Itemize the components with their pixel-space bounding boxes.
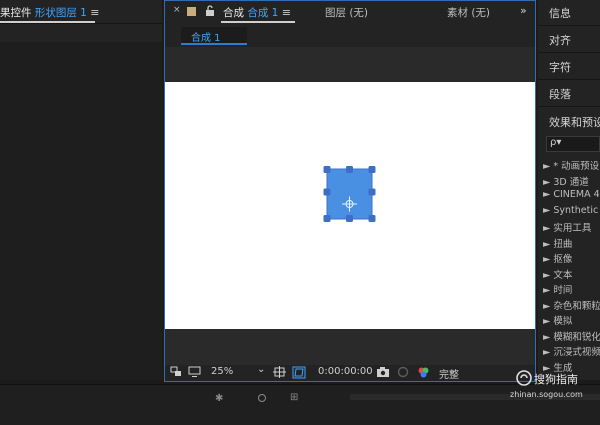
motion-blur-icon[interactable]	[258, 394, 266, 402]
effects-presets-title: 效果和预设	[549, 116, 600, 129]
tab-prefix-label: 果控件	[0, 7, 32, 19]
effects-category-item[interactable]: ► * 动画预设	[538, 158, 600, 174]
comp-color-label-icon	[187, 7, 196, 16]
tab-composition[interactable]: 合成 合成 1 ≡	[223, 5, 291, 20]
pasteboard-bottom	[165, 329, 535, 365]
panel-info[interactable]: 信息	[538, 0, 600, 26]
show-snapshot-icon[interactable]	[397, 366, 409, 381]
comp-tab-label: 合成	[223, 7, 244, 19]
mask-visibility-icon[interactable]	[292, 366, 306, 382]
effects-category-item[interactable]: ► 时间	[538, 282, 600, 298]
effects-presets-header[interactable]: 效果和预设	[538, 108, 600, 134]
composition-panel: × 合成 合成 1 ≡ 图层 (无) 素材 (无) » 合成 1 25% ⌄ 0…	[164, 0, 536, 382]
panel-align-label: 对齐	[549, 34, 571, 47]
panel-menu-icon[interactable]: ≡	[90, 6, 99, 19]
timecode[interactable]: 0:00:00:00	[318, 366, 373, 377]
comp-tab-name: 合成 1	[247, 7, 279, 19]
panel-character-label: 字符	[549, 61, 571, 74]
lock-icon[interactable]	[205, 5, 215, 19]
effects-category-item[interactable]: ► 杂色和颗粒	[538, 298, 600, 314]
channel-rgb-icon[interactable]	[417, 366, 430, 382]
active-tab-underline	[221, 21, 295, 23]
effects-list: ► * 动画预设 ► 3D 通道 ► CINEMA 4D ► Synthetic…	[538, 158, 600, 375]
star-icon[interactable]: ✱	[215, 393, 223, 404]
sogou-logo-icon	[516, 370, 532, 386]
panel-character[interactable]: 字符	[538, 54, 600, 80]
effects-category-item[interactable]: ► 扭曲	[538, 236, 600, 252]
tab-layer-label: 形状图层 1	[34, 7, 87, 19]
effect-controls-tab[interactable]: 果控件 形状图层 1 ≡	[0, 5, 99, 20]
comp-breadcrumb[interactable]: 合成 1	[181, 27, 247, 44]
active-tab-underline	[0, 21, 95, 23]
watermark-brand: 搜狗指南	[534, 373, 578, 386]
tab-layer[interactable]: 图层 (无)	[325, 5, 368, 20]
panel-paragraph[interactable]: 段落	[538, 81, 600, 107]
preview-options-icon[interactable]	[170, 366, 182, 381]
composition-tabbar: × 合成 合成 1 ≡ 图层 (无) 素材 (无) »	[165, 1, 535, 23]
panel-align[interactable]: 对齐	[538, 27, 600, 53]
effects-category-item[interactable]: ► Synthetic Aperture	[538, 205, 600, 221]
shape-layer-graphic[interactable]	[165, 82, 535, 329]
graph-editor-icon[interactable]: ⊞	[290, 392, 298, 403]
camera-icon[interactable]	[376, 366, 390, 381]
effects-category-item[interactable]: ► 抠像	[538, 251, 600, 267]
right-panels: 信息 对齐 字符 段落 效果和预设 ρ▾ ► * 动画预设 ► 3D 通道 ► …	[538, 0, 600, 380]
zoom-select[interactable]: 25%	[211, 366, 233, 377]
viewer-toolbar: 25% ⌄ 0:00:00:00 完整	[165, 364, 535, 382]
sogou-watermark: 搜狗指南 zhinan.sogou.com	[510, 366, 600, 406]
watermark-url: zhinan.sogou.com	[510, 390, 583, 399]
effects-search-input[interactable]: ρ▾	[546, 136, 600, 152]
panel-info-label: 信息	[549, 7, 571, 20]
pasteboard-top	[165, 47, 535, 82]
effects-category-item[interactable]: ► 实用工具	[538, 220, 600, 236]
effects-category-item[interactable]: ► 沉浸式视频	[538, 344, 600, 360]
resolution-select[interactable]: 完整	[439, 366, 459, 381]
effects-category-item[interactable]: ► 3D 通道	[538, 174, 600, 190]
panel-menu-icon[interactable]: ≡	[282, 6, 291, 19]
more-tabs-icon[interactable]: »	[520, 4, 527, 17]
search-icon: ρ▾	[550, 137, 562, 148]
fit-frame-icon[interactable]	[273, 366, 286, 381]
tab-footage[interactable]: 素材 (无)	[447, 5, 490, 20]
monitor-icon[interactable]	[188, 366, 201, 381]
chevron-down-icon[interactable]: ⌄	[257, 364, 265, 375]
effects-category-item[interactable]: ► 模拟	[538, 313, 600, 329]
breadcrumb-underline	[181, 43, 247, 45]
panel-paragraph-label: 段落	[549, 88, 571, 101]
zoom-value: 25%	[211, 366, 234, 377]
effects-category-item[interactable]: ► CINEMA 4D	[538, 189, 600, 205]
effects-category-item[interactable]: ► 模糊和锐化	[538, 329, 600, 345]
effects-category-item[interactable]: ► 文本	[538, 267, 600, 283]
close-tab-icon[interactable]: ×	[173, 5, 181, 15]
effect-controls-body	[0, 42, 162, 380]
effect-controls-tabbar: 果控件 形状图层 1 ≡	[0, 0, 162, 24]
composition-canvas[interactable]	[165, 82, 535, 329]
effect-controls-panel: 果控件 形状图层 1 ≡	[0, 0, 162, 380]
